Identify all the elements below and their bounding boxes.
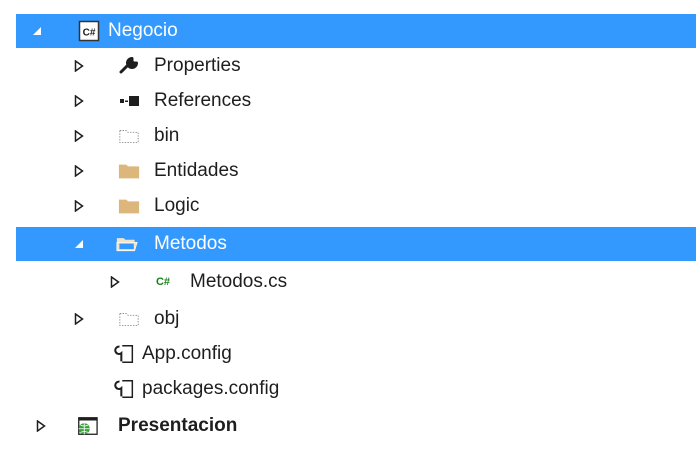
tree-item-label: App.config	[142, 343, 232, 364]
tree-item-references[interactable]: References	[0, 84, 692, 118]
config-file-icon	[114, 378, 136, 400]
tree-item-label: Properties	[154, 55, 241, 76]
csharp-badge: C#	[155, 276, 171, 288]
collapse-arrow-icon[interactable]	[72, 237, 86, 251]
tree-item-label: obj	[154, 308, 180, 329]
svg-text:C#: C#	[83, 28, 96, 39]
expand-arrow-icon[interactable]	[72, 94, 86, 108]
tree-item-packages-config[interactable]: packages.config	[0, 372, 692, 406]
tree-item-label: bin	[154, 125, 180, 146]
tree-item-obj[interactable]: obj	[0, 302, 692, 336]
folder-icon	[118, 160, 140, 182]
csharp-project-icon: C#	[78, 20, 100, 42]
expand-arrow-icon[interactable]	[72, 164, 86, 178]
web-project-icon	[76, 415, 98, 437]
expand-arrow-icon[interactable]	[72, 199, 86, 213]
tree-item-label: Negocio	[108, 20, 178, 41]
tree-item-label: References	[154, 90, 252, 111]
expand-arrow-icon[interactable]	[108, 275, 122, 289]
hidden-folder-icon	[118, 125, 140, 147]
expand-arrow-icon[interactable]	[72, 59, 86, 73]
collapse-arrow-icon[interactable]	[30, 24, 44, 38]
tree-item-label: Metodos.cs	[190, 271, 288, 292]
tree-item-metodos[interactable]: Metodos	[16, 227, 696, 261]
tree-item-label: packages.config	[142, 378, 280, 399]
solution-explorer-tree: C# Negocio Properties References bin Ent…	[0, 0, 700, 475]
wrench-icon	[118, 55, 140, 77]
tree-item-properties[interactable]: Properties	[0, 49, 692, 83]
tree-item-logic[interactable]: Logic	[0, 189, 692, 223]
tree-item-label: Entidades	[154, 160, 239, 181]
tree-item-label: Logic	[154, 195, 200, 216]
open-folder-icon	[116, 233, 138, 255]
references-icon	[118, 90, 140, 112]
tree-item-app-config[interactable]: App.config	[0, 337, 692, 371]
folder-icon	[118, 195, 140, 217]
tree-item-metodos-cs[interactable]: C# Metodos.cs	[0, 265, 692, 299]
tree-item-presentacion[interactable]: Presentacion	[0, 409, 692, 443]
expand-arrow-icon[interactable]	[72, 129, 86, 143]
tree-item-entidades[interactable]: Entidades	[0, 154, 692, 188]
expand-arrow-icon[interactable]	[34, 419, 48, 433]
expand-arrow-icon[interactable]	[72, 312, 86, 326]
hidden-folder-icon	[118, 308, 140, 330]
tree-item-label: Metodos	[154, 233, 227, 254]
tree-item-negocio[interactable]: C# Negocio	[16, 14, 696, 48]
csharp-file-icon: C#	[152, 271, 174, 293]
tree-item-label: Presentacion	[118, 415, 238, 436]
tree-item-bin[interactable]: bin	[0, 119, 692, 153]
config-file-icon	[114, 343, 136, 365]
